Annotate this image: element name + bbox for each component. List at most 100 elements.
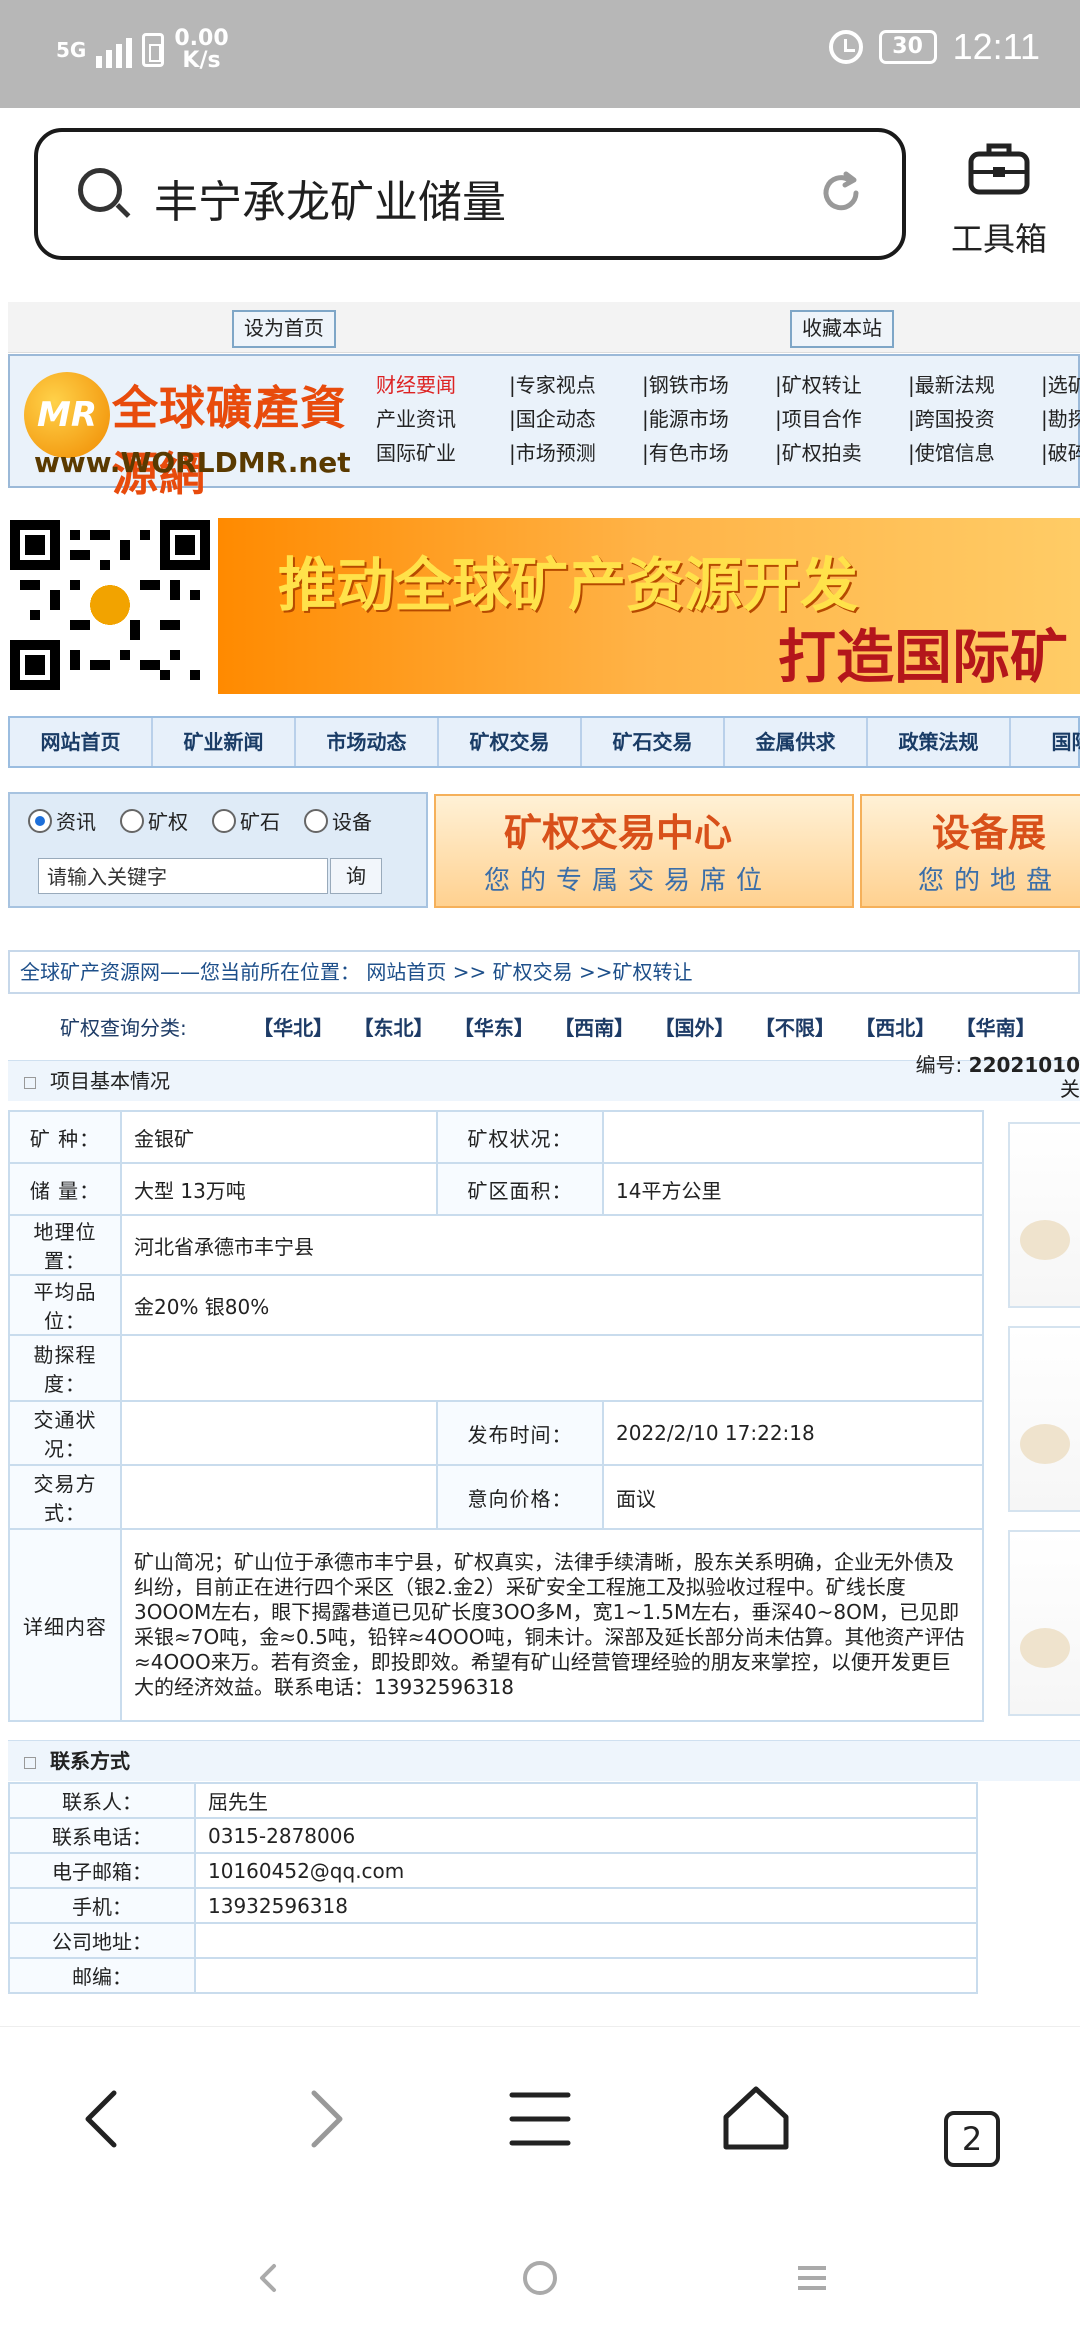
battery-level: 30	[878, 30, 937, 64]
header-link[interactable]: |矿权拍卖	[775, 436, 908, 470]
forward-icon[interactable]	[282, 2077, 362, 2157]
menu-icon[interactable]	[500, 2077, 580, 2157]
system-back-icon[interactable]	[248, 2258, 288, 2298]
header-link[interactable]: |矿权转让	[775, 368, 908, 402]
category-north-china[interactable]: 【华北】	[253, 1016, 333, 1040]
category-northwest[interactable]: 【西北】	[855, 1016, 935, 1040]
section-title: 项目基本情况	[50, 1069, 170, 1093]
header-link[interactable]: |最新法规	[908, 368, 1041, 402]
keyword-search-button[interactable]: 询	[330, 858, 382, 894]
serial-value: 22021010	[968, 1053, 1080, 1077]
main-nav-item[interactable]: 矿石交易	[582, 718, 725, 766]
value-grade: 金20% 银80%	[120, 1274, 984, 1336]
home-icon[interactable]	[716, 2077, 796, 2157]
category-southwest[interactable]: 【西南】	[554, 1016, 634, 1040]
search-query[interactable]: 丰宁承龙矿业储量	[154, 166, 506, 230]
site-logo[interactable]: MR 全球礦產資源網 www.WORLDMR.net	[16, 364, 366, 501]
header-link[interactable]: 国际矿业	[376, 436, 509, 470]
search-box[interactable]: 丰宁承龙矿业储量	[34, 128, 906, 260]
value-phone[interactable]: 0315-2878006	[194, 1817, 978, 1854]
radio-ore[interactable]: 矿石	[212, 806, 280, 835]
header-link[interactable]: |专家视点	[509, 368, 642, 402]
expand-icon[interactable]	[24, 1076, 36, 1089]
serial-number: 编号: 22021010 关	[916, 1053, 1080, 1101]
tabs-icon[interactable]: 2	[944, 2111, 1000, 2167]
signal-indicator: 5G	[56, 40, 86, 60]
image-thumbnail[interactable]	[1008, 1326, 1080, 1512]
system-home-icon[interactable]	[520, 2258, 560, 2298]
header-link[interactable]: |钢铁市场	[642, 368, 775, 402]
qr-code-icon	[9, 520, 210, 690]
section-project-basics: 项目基本情况 编号: 22021010 关	[8, 1053, 1080, 1101]
image-thumbnail[interactable]	[1008, 1530, 1080, 1716]
header-link[interactable]: |市场预测	[509, 436, 642, 470]
section-title: 联系方式	[50, 1749, 130, 1773]
ad-equipment-expo[interactable]: 设备展 您的地盘	[860, 794, 1080, 908]
header-link[interactable]: |跨国投资	[908, 402, 1041, 436]
header-links-row: 国际矿业 |市场预测 |有色市场 |矿权拍卖 |使馆信息 |破碎	[376, 436, 1080, 470]
value-mobile[interactable]: 13932596318	[194, 1887, 978, 1924]
main-nav-item[interactable]: 政策法规	[868, 718, 1011, 766]
main-nav-item[interactable]: 金属供求	[725, 718, 868, 766]
label-price: 意向价格：	[436, 1464, 604, 1530]
expand-icon[interactable]	[24, 1756, 36, 1769]
banner-headline: 推动全球矿产资源开发	[278, 551, 859, 619]
main-nav-item[interactable]: 市场动态	[296, 718, 439, 766]
main-nav-item[interactable]: 矿业新闻	[153, 718, 296, 766]
header-link[interactable]: |能源市场	[642, 402, 775, 436]
radio-equipment[interactable]: 设备	[304, 806, 372, 835]
contact-table: 联系人： 屈先生 联系电话： 0315-2878006 电子邮箱： 101604…	[8, 1782, 978, 1994]
header-link[interactable]: 财经要闻	[376, 368, 509, 402]
toolbox-icon	[968, 143, 1030, 195]
value-details: 矿山简况；矿山位于承德市丰宁县，矿权真实，法律手续清晰，股东关系明确，企业无外债…	[120, 1528, 984, 1722]
ad-subtitle: 您的专属交易席位	[484, 866, 773, 896]
value-zip	[194, 1957, 978, 1994]
system-recents-icon[interactable]	[792, 2258, 832, 2298]
back-icon[interactable]	[66, 2077, 146, 2157]
ad-mining-trade-center[interactable]: 矿权交易中心 您的专属交易席位	[434, 794, 854, 908]
label-details: 详细内容	[8, 1528, 122, 1722]
logo-url: www.WORLDMR.net	[34, 446, 351, 479]
header-link[interactable]: |项目合作	[775, 402, 908, 436]
header-link[interactable]: 产业资讯	[376, 402, 509, 436]
signal-bars-icon	[96, 32, 133, 68]
network-speed: 0.00 K/s	[174, 28, 228, 72]
radio-news[interactable]: 资讯	[28, 806, 96, 835]
set-homepage-button[interactable]: 设为首页	[232, 310, 336, 348]
keyword-input[interactable]: 请输入关键字	[38, 858, 328, 894]
category-northeast[interactable]: 【东北】	[353, 1016, 433, 1040]
header-link[interactable]: |选矿	[1041, 368, 1080, 402]
value-trade-method	[120, 1464, 438, 1530]
category-east-china[interactable]: 【华东】	[454, 1016, 534, 1040]
refresh-icon[interactable]	[816, 168, 866, 218]
promo-banner[interactable]: 推动全球矿产资源开发 打造国际矿	[218, 518, 1080, 694]
header-link[interactable]: |勘探	[1041, 402, 1080, 436]
header-link[interactable]: |有色市场	[642, 436, 775, 470]
value-email[interactable]: 10160452@qq.com	[194, 1852, 978, 1889]
main-nav-item[interactable]: 矿权交易	[439, 718, 582, 766]
header-link[interactable]: |使馆信息	[908, 436, 1041, 470]
bookmark-site-button[interactable]: 收藏本站	[790, 310, 894, 348]
image-thumbnail[interactable]	[1008, 1122, 1080, 1308]
toolbox-button[interactable]: 工具箱	[944, 140, 1054, 260]
header-link[interactable]: |国企动态	[509, 402, 642, 436]
value-mineral: 金银矿	[120, 1110, 438, 1164]
site-header: MR 全球礦產資源網 www.WORLDMR.net 财经要闻 |专家视点 |钢…	[8, 354, 1080, 501]
main-nav-item[interactable]: 国际合	[1011, 718, 1080, 766]
network-speed-value: 0.00	[174, 26, 229, 51]
label-zip: 邮编：	[8, 1957, 196, 1994]
radio-mining-right[interactable]: 矿权	[120, 806, 188, 835]
value-address	[194, 1922, 978, 1959]
category-south-china[interactable]: 【华南】	[956, 1016, 1036, 1040]
category-overseas[interactable]: 【国外】	[655, 1016, 735, 1040]
breadcrumb[interactable]: 全球矿产资源网——您当前所在位置： 网站首页 >> 矿权交易 >>矿权转让	[8, 950, 1080, 994]
main-nav-item[interactable]: 网站首页	[10, 718, 153, 766]
system-nav-bar	[0, 2206, 1080, 2340]
header-link[interactable]: |破碎	[1041, 436, 1080, 470]
value-reserve: 大型 13万吨	[120, 1162, 438, 1216]
status-right: 30 12:11	[828, 26, 1040, 68]
category-filter: 矿权查询分类: 【华北】 【东北】 【华东】 【西南】 【国外】 【不限】 【西…	[60, 1012, 1050, 1041]
category-any[interactable]: 【不限】	[755, 1016, 835, 1040]
web-page: 设为首页 收藏本站 MR 全球礦產資源網 www.WORLDMR.net 财经要…	[0, 296, 1080, 2026]
category-label: 矿权查询分类:	[60, 1016, 187, 1040]
